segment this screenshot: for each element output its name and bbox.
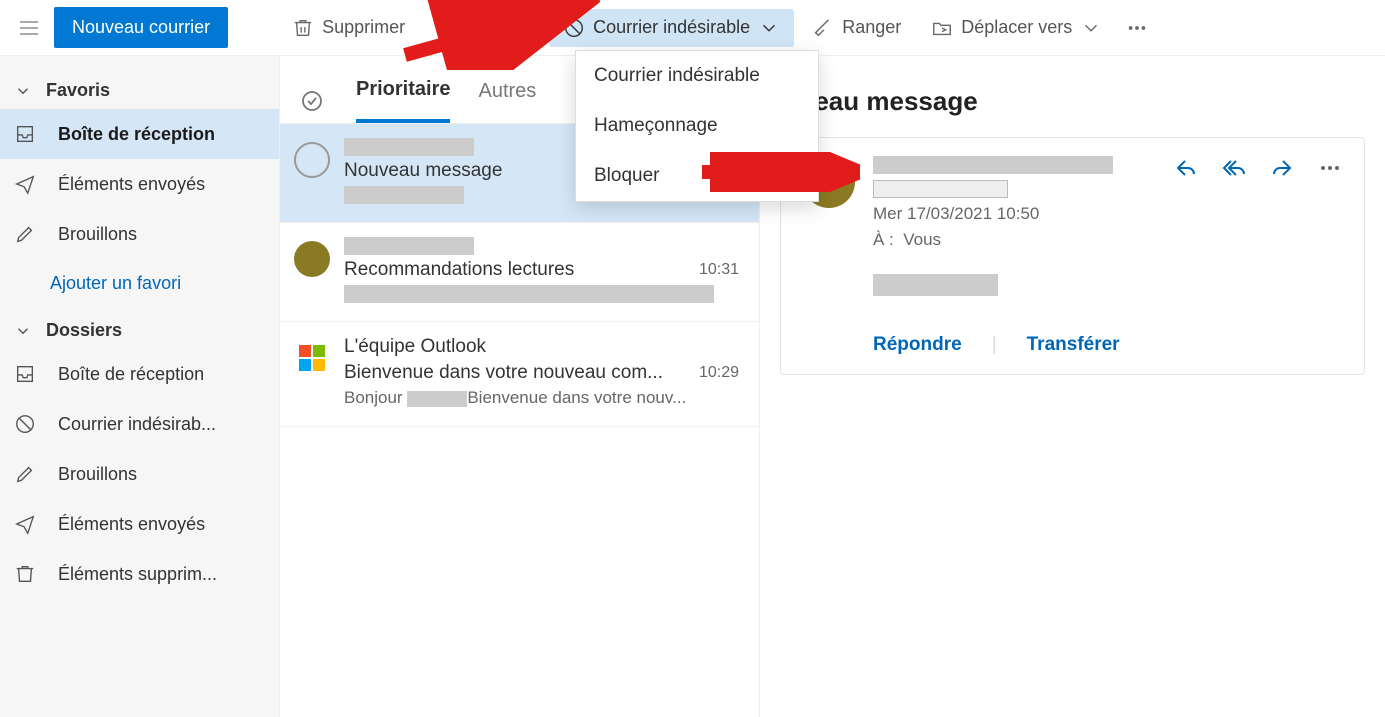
sidebar-item-deleted[interactable]: Éléments supprim... bbox=[0, 549, 279, 599]
sidebar-item-label: Boîte de réception bbox=[58, 364, 204, 385]
microsoft-logo-icon bbox=[299, 345, 325, 371]
tab-focused[interactable]: Prioritaire bbox=[356, 78, 450, 123]
delete-label: Supprimer bbox=[322, 17, 405, 38]
divider: | bbox=[992, 334, 997, 356]
message-subject: Bienvenue dans votre nouveau com... bbox=[344, 362, 663, 384]
reading-pane: uveau message Mer 17/03/2021 10:50 À : V… bbox=[760, 56, 1385, 717]
dropdown-item-junk[interactable]: Courrier indésirable bbox=[576, 51, 818, 101]
new-mail-button[interactable]: Nouveau courrier bbox=[54, 7, 228, 48]
sidebar-item-label: Boîte de réception bbox=[58, 124, 215, 145]
redacted-sender bbox=[344, 237, 474, 255]
sidebar-item-junk[interactable]: Courrier indésirab... bbox=[0, 399, 279, 449]
block-icon bbox=[563, 17, 585, 39]
dropdown-item-phishing[interactable]: Hameçonnage bbox=[576, 101, 818, 151]
edit-icon bbox=[14, 223, 36, 245]
sidebar-item-label: Brouillons bbox=[58, 224, 137, 245]
select-all[interactable] bbox=[300, 87, 328, 115]
menu-icon[interactable] bbox=[10, 9, 48, 47]
toolbar: Nouveau courrier Supprimer Archiver Cour… bbox=[0, 0, 1385, 56]
junk-dropdown: Courrier indésirable Hameçonnage Bloquer bbox=[575, 50, 819, 202]
reply-all-icon[interactable] bbox=[1222, 156, 1246, 185]
inbox-icon bbox=[14, 363, 36, 385]
sweep-button[interactable]: Ranger bbox=[800, 9, 913, 47]
redacted-text bbox=[407, 391, 467, 407]
message-actions: Répondre | Transférer bbox=[873, 334, 1342, 356]
archive-icon bbox=[435, 17, 457, 39]
send-icon bbox=[14, 513, 36, 535]
sidebar-item-drafts[interactable]: Brouillons bbox=[0, 209, 279, 259]
folder-move-icon bbox=[931, 17, 953, 39]
more-button[interactable] bbox=[1120, 9, 1154, 47]
reply-link[interactable]: Répondre bbox=[873, 334, 962, 356]
broom-icon bbox=[812, 17, 834, 39]
sidebar-item-inbox[interactable]: Boîte de réception bbox=[0, 109, 279, 159]
sidebar-item-label: Brouillons bbox=[58, 464, 137, 485]
avatar bbox=[294, 241, 330, 277]
move-label: Déplacer vers bbox=[961, 17, 1072, 38]
sidebar-item-drafts[interactable]: Brouillons bbox=[0, 449, 279, 499]
trash-icon bbox=[292, 17, 314, 39]
reading-subject: uveau message bbox=[780, 76, 1365, 137]
forward-link[interactable]: Transférer bbox=[1027, 334, 1120, 356]
message-time: 10:29 bbox=[699, 364, 739, 382]
reply-icon[interactable] bbox=[1174, 156, 1198, 185]
dropdown-item-block[interactable]: Bloquer bbox=[576, 151, 818, 201]
redacted-sender bbox=[344, 138, 474, 156]
favorites-section[interactable]: Favoris bbox=[0, 68, 279, 109]
message-row[interactable]: Recommandations lectures 10:31 bbox=[280, 223, 759, 322]
select-circle-icon[interactable] bbox=[294, 142, 330, 178]
more-icon[interactable] bbox=[1318, 156, 1342, 185]
trash-icon bbox=[14, 563, 36, 585]
chevron-down-icon bbox=[758, 17, 780, 39]
favorites-label: Favoris bbox=[46, 80, 110, 101]
more-icon bbox=[1126, 17, 1148, 39]
avatar bbox=[294, 340, 330, 376]
sidebar-item-sent[interactable]: Éléments envoyés bbox=[0, 499, 279, 549]
message-time: 10:31 bbox=[699, 261, 739, 279]
message-card: Mer 17/03/2021 10:50 À : Vous Répondre |… bbox=[780, 137, 1365, 375]
forward-icon[interactable] bbox=[1270, 156, 1294, 185]
redacted-body bbox=[873, 274, 998, 296]
sidebar-item-label: Éléments envoyés bbox=[58, 174, 205, 195]
sidebar: Favoris Boîte de réception Éléments envo… bbox=[0, 56, 280, 717]
block-icon bbox=[14, 413, 36, 435]
tab-other[interactable]: Autres bbox=[478, 80, 536, 121]
move-button[interactable]: Déplacer vers bbox=[919, 9, 1114, 47]
redacted-email bbox=[873, 180, 1008, 198]
sidebar-item-inbox[interactable]: Boîte de réception bbox=[0, 349, 279, 399]
folders-label: Dossiers bbox=[46, 320, 122, 341]
message-row[interactable]: L'équipe Outlook Bienvenue dans votre no… bbox=[280, 322, 759, 427]
sidebar-item-label: Courrier indésirab... bbox=[58, 414, 216, 435]
sidebar-item-label: Éléments supprim... bbox=[58, 564, 217, 585]
message-sender: L'équipe Outlook bbox=[344, 336, 486, 358]
redacted-sender bbox=[873, 156, 1113, 174]
redacted-preview bbox=[344, 186, 464, 204]
message-subject: Recommandations lectures bbox=[344, 259, 574, 281]
message-top-actions bbox=[1174, 156, 1342, 185]
redacted-preview bbox=[344, 285, 714, 303]
add-favorite[interactable]: Ajouter un favori bbox=[0, 259, 279, 308]
sidebar-item-sent[interactable]: Éléments envoyés bbox=[0, 159, 279, 209]
delete-button[interactable]: Supprimer bbox=[280, 9, 417, 47]
message-preview: Bonjour Bienvenue dans votre nouv... bbox=[344, 388, 739, 408]
inbox-icon bbox=[14, 123, 36, 145]
chevron-down-icon bbox=[1080, 17, 1102, 39]
chevron-down-icon bbox=[14, 82, 32, 100]
sweep-label: Ranger bbox=[842, 17, 901, 38]
message-to: À : Vous bbox=[873, 230, 1342, 250]
folders-section[interactable]: Dossiers bbox=[0, 308, 279, 349]
send-icon bbox=[14, 173, 36, 195]
chevron-down-icon bbox=[14, 322, 32, 340]
junk-button[interactable]: Courrier indésirable bbox=[549, 9, 794, 47]
archive-label: Archiver bbox=[465, 17, 531, 38]
edit-icon bbox=[14, 463, 36, 485]
junk-label: Courrier indésirable bbox=[593, 17, 750, 38]
archive-button[interactable]: Archiver bbox=[423, 9, 543, 47]
message-date: Mer 17/03/2021 10:50 bbox=[873, 204, 1342, 224]
sidebar-item-label: Éléments envoyés bbox=[58, 514, 205, 535]
